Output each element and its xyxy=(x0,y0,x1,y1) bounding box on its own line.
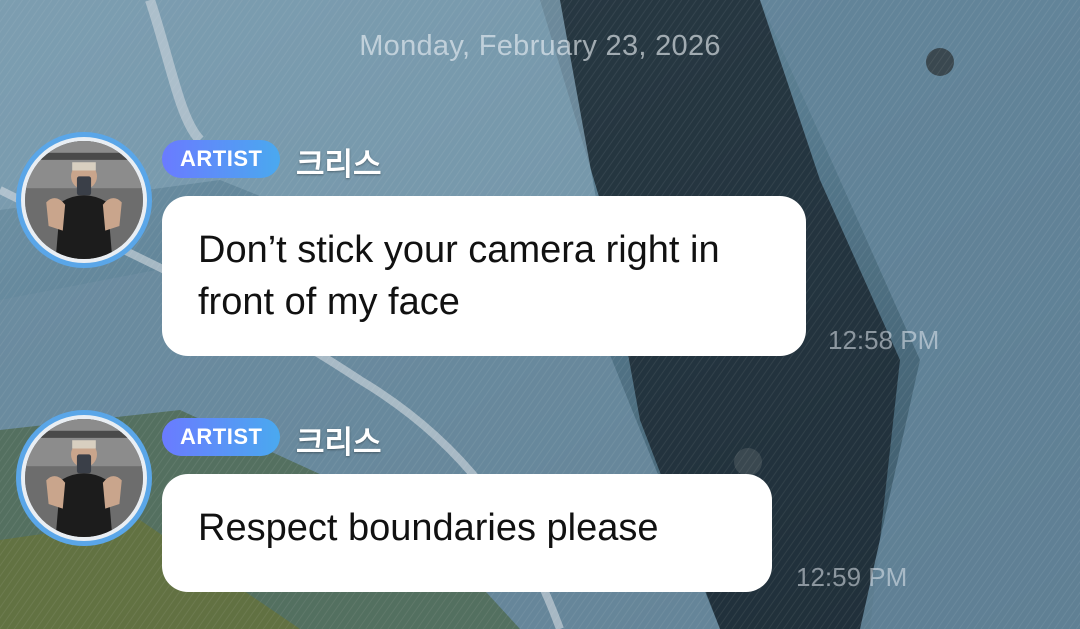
avatar[interactable] xyxy=(16,410,152,546)
message-bubble[interactable]: Respect boundaries please xyxy=(162,474,772,592)
message-text: Respect boundaries please xyxy=(198,507,659,549)
message-timestamp: 12:58 PM xyxy=(828,325,940,355)
avatar-photo xyxy=(25,141,143,259)
message-text: Don’t stick your camera right in front o… xyxy=(198,229,720,323)
date-divider: Monday, February 23, 2026 xyxy=(359,30,721,62)
avatar[interactable] xyxy=(16,132,152,268)
artist-badge: ARTIST xyxy=(162,140,281,178)
sender-name[interactable]: 크리스 xyxy=(296,417,382,462)
message-bubble[interactable]: Don’t stick your camera right in front o… xyxy=(162,196,806,356)
artist-badge: ARTIST xyxy=(162,418,281,456)
chat-screen: Monday, February 23, 2026 ARTIST 크리스 Don… xyxy=(0,0,1080,629)
message-timestamp: 12:59 PM xyxy=(796,562,908,592)
sender-name[interactable]: 크리스 xyxy=(296,139,382,184)
avatar-photo xyxy=(25,419,143,537)
